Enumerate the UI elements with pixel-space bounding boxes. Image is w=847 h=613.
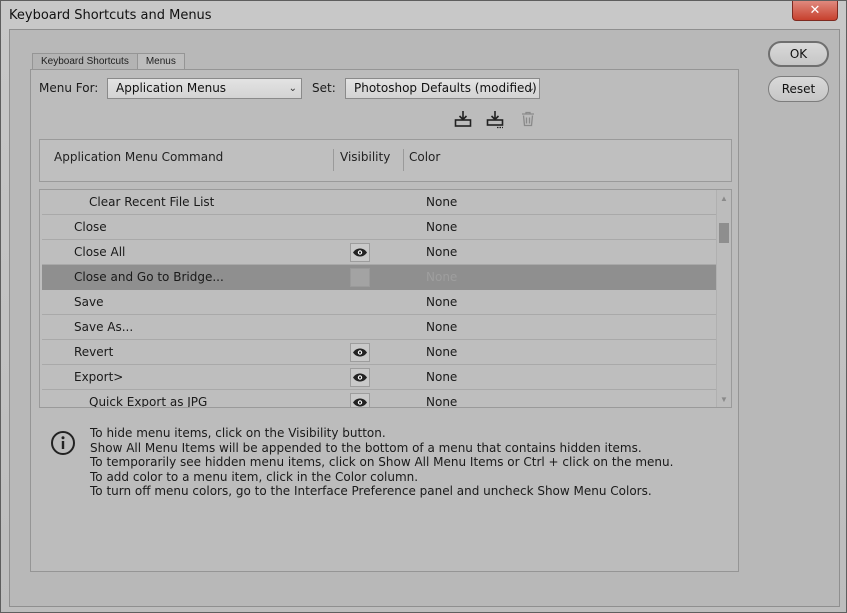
menu-command-label: Save xyxy=(74,295,104,309)
tab-keyboard-shortcuts[interactable]: Keyboard Shortcuts xyxy=(32,53,138,70)
eye-icon[interactable] xyxy=(350,368,370,387)
menu-command-label: Export> xyxy=(74,370,124,384)
table-row[interactable]: Save None xyxy=(42,290,716,315)
help-line: To temporarily see hidden menu items, cl… xyxy=(90,455,674,470)
set-label: Set: xyxy=(312,81,336,95)
eye-icon[interactable] xyxy=(350,243,370,262)
ok-button[interactable]: OK xyxy=(768,41,829,67)
table-row[interactable]: Export> None xyxy=(42,365,716,390)
menu-command-label: Save As... xyxy=(74,320,134,334)
menu-command-label: Clear Recent File List xyxy=(89,195,215,209)
menu-for-dropdown[interactable]: Application Menus ⌄ xyxy=(107,78,302,99)
header-visibility: Visibility xyxy=(340,150,391,164)
table-row[interactable]: Close None xyxy=(42,215,716,240)
menu-color-value[interactable]: None xyxy=(426,195,457,209)
help-line: To hide menu items, click on the Visibil… xyxy=(90,426,386,440)
dialog-window: Keyboard Shortcuts and Menus ✕ Keyboard … xyxy=(0,0,847,613)
column-headers: Application Menu Command Visibility Colo… xyxy=(39,139,732,182)
eye-icon[interactable] xyxy=(350,393,370,407)
menu-command-label: Close and Go to Bridge... xyxy=(74,270,224,284)
menu-color-value[interactable]: None xyxy=(426,345,457,359)
window-title: Keyboard Shortcuts and Menus xyxy=(9,8,212,23)
menu-color-value[interactable]: None xyxy=(426,370,457,384)
chevron-down-icon: ⌄ xyxy=(526,83,535,94)
menu-color-value[interactable]: None xyxy=(426,295,457,309)
visibility-toggle[interactable] xyxy=(350,268,370,287)
title-bar: Keyboard Shortcuts and Menus ✕ xyxy=(1,1,846,29)
table-row[interactable]: Save As... None xyxy=(42,315,716,340)
info-icon xyxy=(50,430,76,456)
save-icon[interactable] xyxy=(453,109,473,129)
tab-strip: Keyboard Shortcuts Menus xyxy=(32,53,185,71)
scroll-up-icon[interactable]: ▲ xyxy=(720,194,728,203)
table-row[interactable]: Clear Recent File List None xyxy=(42,190,716,215)
table-row[interactable]: Close and Go to Bridge... None xyxy=(42,265,716,290)
save-as-icon[interactable] xyxy=(485,109,505,129)
table-row[interactable]: Close All None xyxy=(42,240,716,265)
set-value: Photoshop Defaults (modified) xyxy=(354,81,537,95)
scroll-thumb[interactable] xyxy=(719,223,729,243)
menu-command-label: Close All xyxy=(74,245,126,259)
menu-color-value[interactable]: None xyxy=(426,270,457,284)
menu-color-value[interactable]: None xyxy=(426,395,457,407)
chevron-down-icon: ⌄ xyxy=(288,83,297,94)
reset-button[interactable]: Reset xyxy=(768,76,829,102)
help-line: To turn off menu colors, go to the Inter… xyxy=(90,484,652,499)
help-line: To add color to a menu item, click in th… xyxy=(90,469,419,484)
menu-for-label: Menu For: xyxy=(39,81,99,95)
table-row[interactable]: Revert None xyxy=(42,340,716,365)
header-divider xyxy=(403,149,404,171)
menu-for-value: Application Menus xyxy=(116,81,227,95)
menu-command-label: Quick Export as JPG xyxy=(89,395,208,408)
menu-command-list[interactable]: Quick Export as JPG None Export> None Revert… xyxy=(39,189,732,408)
menu-color-value[interactable]: None xyxy=(426,245,457,259)
dialog-body: Keyboard Shortcuts Menus Menu For: Appli… xyxy=(9,29,840,607)
menus-panel: Menu For: Application Menus ⌄ Set: Photo… xyxy=(30,69,739,572)
help-text: To hide menu items, click on the Visibil… xyxy=(90,426,673,499)
header-color: Color xyxy=(409,150,441,164)
scroll-down-icon[interactable]: ▼ xyxy=(720,395,728,404)
menu-color-value[interactable]: None xyxy=(426,320,457,334)
menu-command-label: Close xyxy=(74,220,107,234)
delete-icon[interactable] xyxy=(518,109,538,129)
menu-command-label: Revert xyxy=(74,345,114,359)
help-line: Show All Menu Items will be appended to … xyxy=(90,440,642,455)
table-row[interactable]: Quick Export as JPG None xyxy=(42,390,716,408)
list-scrollbar[interactable]: ▲ ▼ xyxy=(716,190,731,407)
menu-color-value[interactable]: None xyxy=(426,220,457,234)
header-command: Application Menu Command xyxy=(54,150,224,164)
close-button[interactable]: ✕ xyxy=(792,1,838,21)
set-dropdown[interactable]: Photoshop Defaults (modified) ⌄ xyxy=(345,78,540,99)
header-divider xyxy=(333,149,334,171)
eye-icon[interactable] xyxy=(350,343,370,362)
